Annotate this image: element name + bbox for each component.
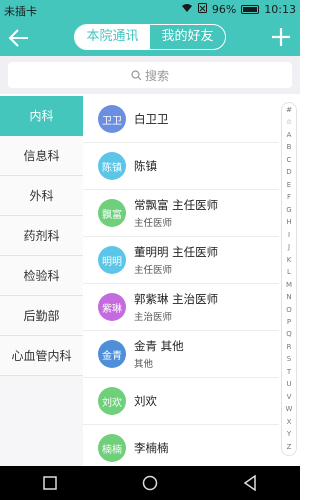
index-letter[interactable]: K [287,256,292,264]
index-letter[interactable]: U [286,381,291,388]
battery-percent: 96% [211,3,237,16]
search-icon [131,69,142,80]
contact-row[interactable]: 明明 董明明 主任医师 主任医师 [83,237,279,284]
avatar: 陈镇 [98,152,126,180]
department-surgery[interactable]: 外科 [0,176,83,216]
contact-row[interactable]: 卫卫 白卫卫 [83,96,279,143]
index-letter[interactable]: Y [287,431,291,438]
index-letter[interactable]: N [286,294,291,301]
index-letter[interactable]: C [287,156,292,164]
contact-name: 董明明 主任医师 [134,245,219,259]
system-nav-bar [0,466,300,500]
contact-row[interactable]: 飘富 常飘富 主任医师 主任医师 [83,190,279,237]
back-arrow-icon [8,29,28,47]
contact-row[interactable]: 金青 金青 其他其他 [83,331,279,378]
avatar: 飘富 [98,199,126,227]
index-letter[interactable]: Z [287,443,292,451]
department-information[interactable]: 信息科 [0,136,83,176]
index-letter[interactable]: ☆ [286,119,292,126]
alphabet-index[interactable]: # ☆ A B C D E F G H I J K L M N O P Q R S T U V W X Y Z [281,102,297,456]
home-button[interactable] [140,473,160,493]
avatar: 明明 [98,246,126,274]
contact-row[interactable]: 刘欢 刘欢 [83,378,279,425]
contact-title: 其他 [134,359,154,370]
carrier-text: 未插卡 [4,5,37,18]
index-letter[interactable]: R [287,343,292,351]
department-list: 内科 信息科 外科 药剂科 检验科 后勤部 心血管内科 [0,96,83,500]
tab-my-friends[interactable]: 我的好友 [150,25,225,49]
avatar: 楠楠 [98,434,126,462]
tab-switcher: 本院通讯 我的好友 [74,24,226,50]
search-placeholder: 搜索 [144,68,169,83]
department-internal-medicine[interactable]: 内科 [0,96,83,136]
avatar: 紫琳 [98,293,126,321]
index-letter[interactable]: X [287,418,292,426]
square-icon [43,476,57,490]
avatar: 金青 [98,340,126,368]
contact-row[interactable]: 紫琳 郭紫琳 主治医师 主治医师 [83,284,279,331]
contact-title: 主任医师 [134,265,173,276]
index-letter[interactable]: I [288,231,290,239]
index-letter[interactable]: J [288,244,290,251]
department-cardiology[interactable]: 心血管内科 [0,336,83,376]
index-letter[interactable]: P [287,318,291,326]
index-letter[interactable]: O [286,306,292,314]
index-letter[interactable]: Q [286,331,292,338]
contact-name: 金青 其他 [134,339,184,353]
plus-icon [272,28,290,46]
contact-name: 常飘富 主任医师 [134,198,219,212]
contact-row[interactable]: 楠楠 李楠楠 [83,425,279,466]
circle-icon [142,475,158,491]
search-input[interactable]: 搜索 [8,62,292,88]
avatar: 刘欢 [98,387,126,415]
contact-name: 刘欢 [134,394,157,408]
index-letter[interactable]: M [286,281,292,289]
department-pharmacy[interactable]: 药剂科 [0,216,83,256]
index-letter[interactable]: E [287,181,291,189]
recent-apps-button[interactable] [40,473,60,493]
top-bar: 本院通讯 我的好友 [0,20,300,56]
department-logistics[interactable]: 后勤部 [0,296,83,336]
department-laboratory[interactable]: 检验科 [0,256,83,296]
contact-row[interactable]: 陈镇 陈镇 [83,143,279,190]
contact-name: 郭紫琳 主治医师 [134,292,219,306]
clock: 10:13 [264,3,296,16]
contact-name: 白卫卫 [134,112,169,126]
index-letter[interactable]: G [286,206,291,214]
index-letter[interactable]: V [287,393,292,401]
contact-list: 卫卫 白卫卫 陈镇 陈镇 飘富 常飘富 主任医师 主任医师 明明 董明明 主任医师… [83,96,279,466]
index-letter[interactable]: L [287,269,291,276]
index-letter[interactable]: S [287,356,291,363]
search-bar: 搜索 [0,56,300,94]
index-letter[interactable]: D [286,169,291,176]
index-letter[interactable]: F [287,194,291,201]
wifi-icon [181,3,193,16]
avatar: 卫卫 [98,105,126,133]
index-letter[interactable]: B [287,144,292,151]
battery-icon [241,5,260,14]
contact-title: 主治医师 [134,312,173,323]
index-letter[interactable]: # [286,107,292,114]
index-letter[interactable]: H [286,219,291,226]
index-letter[interactable]: W [286,406,293,413]
status-icons: 96% 10:13 [181,3,296,16]
contact-title: 主任医师 [134,218,173,229]
no-sim-icon [197,3,207,16]
status-bar: 未插卡 96% 10:13 [0,0,300,20]
back-nav-button[interactable] [240,473,260,493]
triangle-back-icon [243,475,256,491]
index-letter[interactable]: A [287,131,292,139]
contact-name: 李楠楠 [134,441,169,455]
tab-hospital-contacts[interactable]: 本院通讯 [75,25,150,49]
index-letter[interactable]: T [287,368,291,376]
add-button[interactable] [270,23,292,51]
back-button[interactable] [8,24,32,52]
contact-name: 陈镇 [134,159,157,173]
